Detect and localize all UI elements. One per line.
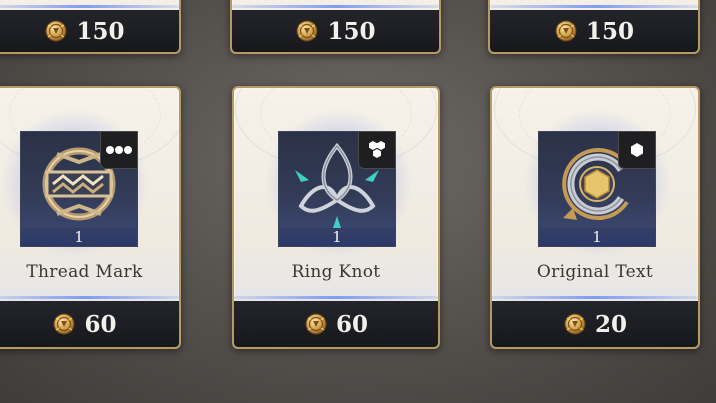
item-icon-frame: 1 bbox=[20, 131, 138, 247]
shop-card-original-text[interactable]: 1 Original Text 20 bbox=[490, 86, 700, 349]
price-bar: 20 bbox=[492, 301, 698, 347]
coin-icon bbox=[44, 19, 68, 43]
shop-card-top-1[interactable]: 150 bbox=[0, 0, 181, 54]
item-name: Ring Knot bbox=[291, 262, 381, 282]
shop-card-top-2[interactable]: 150 bbox=[230, 0, 441, 54]
price-value: 60 bbox=[84, 310, 117, 338]
item-icon-frame: 1 bbox=[538, 131, 656, 247]
price-bar: 60 bbox=[234, 301, 438, 347]
price-value: 60 bbox=[335, 310, 368, 338]
price-bar: 150 bbox=[232, 10, 439, 52]
coin-icon bbox=[52, 312, 76, 336]
three-circles-icon bbox=[106, 146, 132, 154]
coin-icon bbox=[554, 19, 578, 43]
price-value: 20 bbox=[594, 310, 627, 338]
honeycomb-icon bbox=[369, 141, 385, 158]
item-icon-frame: 1 bbox=[278, 131, 396, 247]
coin-icon bbox=[563, 312, 587, 336]
price-value: 150 bbox=[327, 17, 376, 45]
shop-card-thread-mark[interactable]: 1 Thread Mark 60 bbox=[0, 86, 181, 349]
item-quantity: 1 bbox=[539, 228, 655, 246]
hexagon-icon bbox=[631, 143, 643, 157]
rarity-badge bbox=[100, 131, 138, 169]
coin-icon bbox=[304, 312, 328, 336]
coin-icon bbox=[295, 19, 319, 43]
item-name: Thread Mark bbox=[26, 262, 143, 282]
item-quantity: 1 bbox=[21, 228, 137, 246]
price-bar: 150 bbox=[0, 10, 179, 52]
price-bar: 150 bbox=[490, 10, 698, 52]
price-value: 150 bbox=[585, 17, 634, 45]
price-value: 150 bbox=[76, 17, 125, 45]
item-name: Original Text bbox=[536, 262, 654, 282]
rarity-badge bbox=[358, 131, 396, 169]
shop-card-top-3[interactable]: 150 bbox=[488, 0, 700, 54]
shop-card-ring-knot[interactable]: 1 Ring Knot 60 bbox=[232, 86, 440, 349]
rarity-badge bbox=[618, 131, 656, 169]
item-quantity: 1 bbox=[279, 228, 395, 246]
price-bar: 60 bbox=[0, 301, 179, 347]
